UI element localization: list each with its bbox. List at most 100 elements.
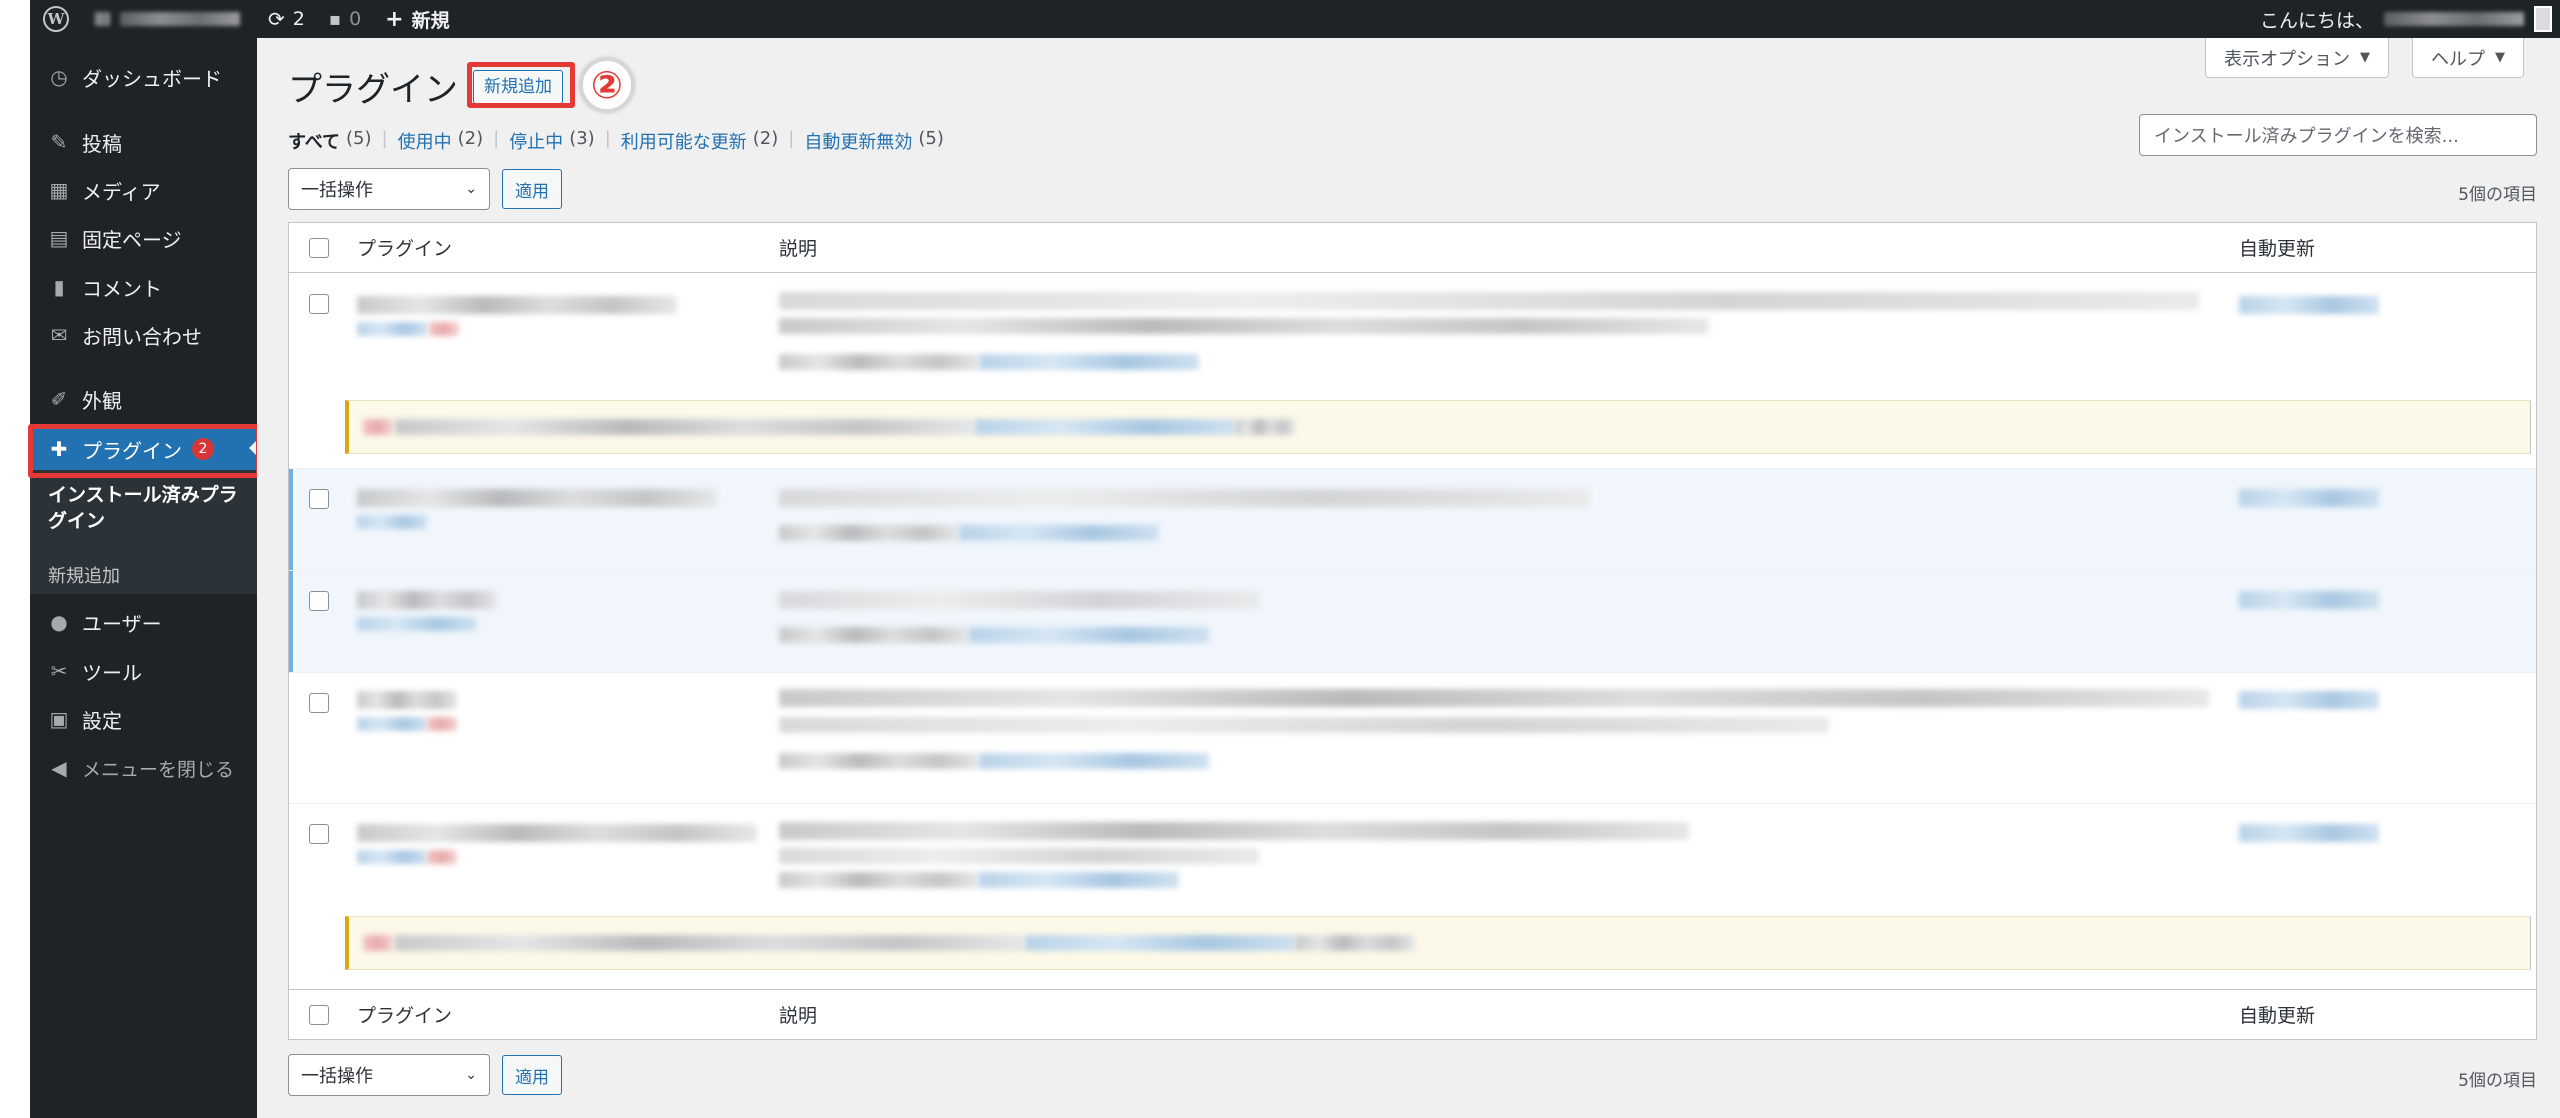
wp-logo-menu[interactable]: W [36, 0, 76, 38]
user-icon: ● [50, 610, 68, 634]
description-blurred [779, 591, 1259, 609]
row-actions-blurred[interactable] [357, 617, 477, 631]
collapse-menu-button[interactable]: ◀ メニューを閉じる [30, 748, 257, 788]
filter-separator: | [381, 128, 388, 149]
plugin-icon: ✚ [50, 437, 68, 461]
details-link-blurred[interactable] [959, 525, 1159, 541]
version-info-blurred [779, 753, 979, 769]
screen-options-button[interactable]: 表示オプション ▼ [2205, 38, 2389, 78]
wrench-icon: ✂ [50, 659, 68, 683]
details-link-blurred[interactable] [979, 753, 1209, 769]
delete-action-blurred[interactable] [429, 322, 459, 336]
current-arrow-icon [249, 440, 257, 456]
new-content-menu[interactable]: + 新規 [385, 0, 449, 38]
bulk-action-select[interactable]: 一括操作 ⌄ [288, 168, 490, 210]
filter-inactive[interactable]: 停止中 [509, 128, 563, 154]
notice-text-blurred [395, 935, 1025, 951]
filter-autoupdate-count: (5) [918, 128, 944, 149]
row-checkbox[interactable] [309, 693, 329, 713]
table-row [289, 274, 2536, 468]
notice-link-blurred[interactable] [1025, 935, 1295, 951]
bulk-actions-bottom: 一括操作 ⌄ 適用 [288, 1054, 562, 1096]
delete-action-blurred[interactable] [427, 717, 457, 731]
apply-button[interactable]: 適用 [502, 169, 562, 209]
select-all-checkbox-footer[interactable] [309, 1005, 329, 1025]
submenu-installed-plugins[interactable]: インストール済みプラグイン [48, 482, 248, 534]
filter-all[interactable]: すべて [288, 128, 340, 154]
plugins-submenu: インストール済みプラグイン 新規追加 [30, 470, 257, 594]
filter-update-count: (2) [752, 128, 779, 149]
comments-menu[interactable]: ▪ 0 [329, 0, 361, 38]
site-name-menu[interactable] [94, 0, 240, 38]
menu-appearance[interactable]: ✐ 外観 [30, 379, 257, 419]
table-header: プラグイン 説明 自動更新 [289, 223, 2536, 273]
column-description-header: 説明 [779, 238, 818, 260]
update-count-badge: 2 [192, 438, 214, 460]
notice-text-blurred [1295, 935, 1415, 951]
update-notice [345, 400, 2531, 454]
row-checkbox[interactable] [309, 824, 329, 844]
bulk-action-select-bottom[interactable]: 一括操作 ⌄ [288, 1054, 490, 1096]
caret-down-icon: ▼ [2360, 50, 2370, 65]
pin-icon: ✎ [50, 130, 68, 154]
plugin-search-input[interactable]: インストール済みプラグインを検索... [2139, 114, 2537, 156]
details-link-blurred[interactable] [969, 627, 1209, 643]
row-checkbox[interactable] [309, 489, 329, 509]
filter-active[interactable]: 使用中 [398, 128, 452, 154]
details-link-blurred[interactable] [979, 354, 1199, 370]
autoupdate-link-blurred[interactable] [2239, 824, 2379, 842]
autoupdate-link-blurred[interactable] [2239, 296, 2379, 314]
menu-label: ダッシュボード [82, 66, 222, 91]
menu-label: 外観 [82, 388, 122, 413]
my-account-menu[interactable]: こんにちは、 [2260, 0, 2560, 38]
filter-update-available[interactable]: 利用可能な更新 [621, 128, 747, 154]
column-plugin-footer[interactable]: プラグイン [357, 1001, 452, 1028]
submenu-add-new[interactable]: 新規追加 [48, 562, 120, 588]
plugins-table: プラグイン 説明 自動更新 プラグイン 説明 自動更新 [288, 222, 2537, 1040]
menu-tools[interactable]: ✂ ツール [30, 651, 257, 691]
version-info-blurred [779, 627, 969, 643]
menu-users[interactable]: ● ユーザー [30, 602, 257, 642]
autoupdate-link-blurred[interactable] [2239, 591, 2379, 609]
step-marker-2: ② [580, 58, 634, 112]
row-checkbox[interactable] [309, 591, 329, 611]
apply-button-bottom[interactable]: 適用 [502, 1055, 562, 1095]
menu-media[interactable]: ▦ メディア [30, 170, 257, 210]
menu-settings[interactable]: ▣ 設定 [30, 699, 257, 739]
menu-comments[interactable]: ▮ コメント [30, 267, 257, 307]
row-actions-blurred[interactable] [357, 515, 427, 529]
select-all-checkbox[interactable] [309, 238, 329, 258]
row-actions-blurred[interactable] [357, 850, 427, 864]
autoupdate-link-blurred[interactable] [2239, 691, 2379, 709]
column-plugin-header[interactable]: プラグイン [357, 234, 452, 261]
menu-plugins[interactable]: ✚ プラグイン 2 [30, 428, 257, 470]
add-new-plugin-button[interactable]: 新規追加 [473, 70, 563, 104]
table-row [289, 673, 2536, 803]
row-actions-blurred[interactable] [357, 322, 427, 336]
help-button[interactable]: ヘルプ ▼ [2412, 38, 2524, 78]
menu-posts[interactable]: ✎ 投稿 [30, 122, 257, 162]
description-blurred [779, 489, 1589, 507]
username-blurred [2384, 12, 2524, 26]
menu-pages[interactable]: ▤ 固定ページ [30, 218, 257, 258]
menu-contact[interactable]: ✉ お問い合わせ [30, 315, 257, 355]
items-count-bottom: 5個の項目 [2458, 1071, 2537, 1091]
autoupdate-link-blurred[interactable] [2239, 489, 2379, 507]
updates-menu[interactable]: ⟳ 2 [268, 0, 305, 38]
filter-separator: | [604, 128, 611, 149]
table-row [289, 571, 2536, 672]
filter-separator: | [788, 128, 795, 149]
mail-icon: ✉ [50, 323, 68, 347]
filter-active-count: (2) [457, 128, 484, 149]
menu-dashboard[interactable]: ◷ ダッシュボード [30, 57, 257, 97]
row-checkbox[interactable] [309, 294, 329, 314]
chevron-down-icon: ⌄ [465, 1067, 477, 1083]
row-actions-blurred[interactable] [357, 717, 427, 731]
details-link-blurred[interactable] [979, 872, 1179, 888]
caret-down-icon: ▼ [2495, 50, 2505, 65]
comments-count: 0 [349, 8, 362, 30]
notice-link-blurred[interactable] [975, 419, 1235, 435]
menu-label: 投稿 [82, 131, 122, 156]
delete-action-blurred[interactable] [427, 850, 457, 864]
filter-autoupdate-disabled[interactable]: 自動更新無効 [804, 128, 912, 154]
